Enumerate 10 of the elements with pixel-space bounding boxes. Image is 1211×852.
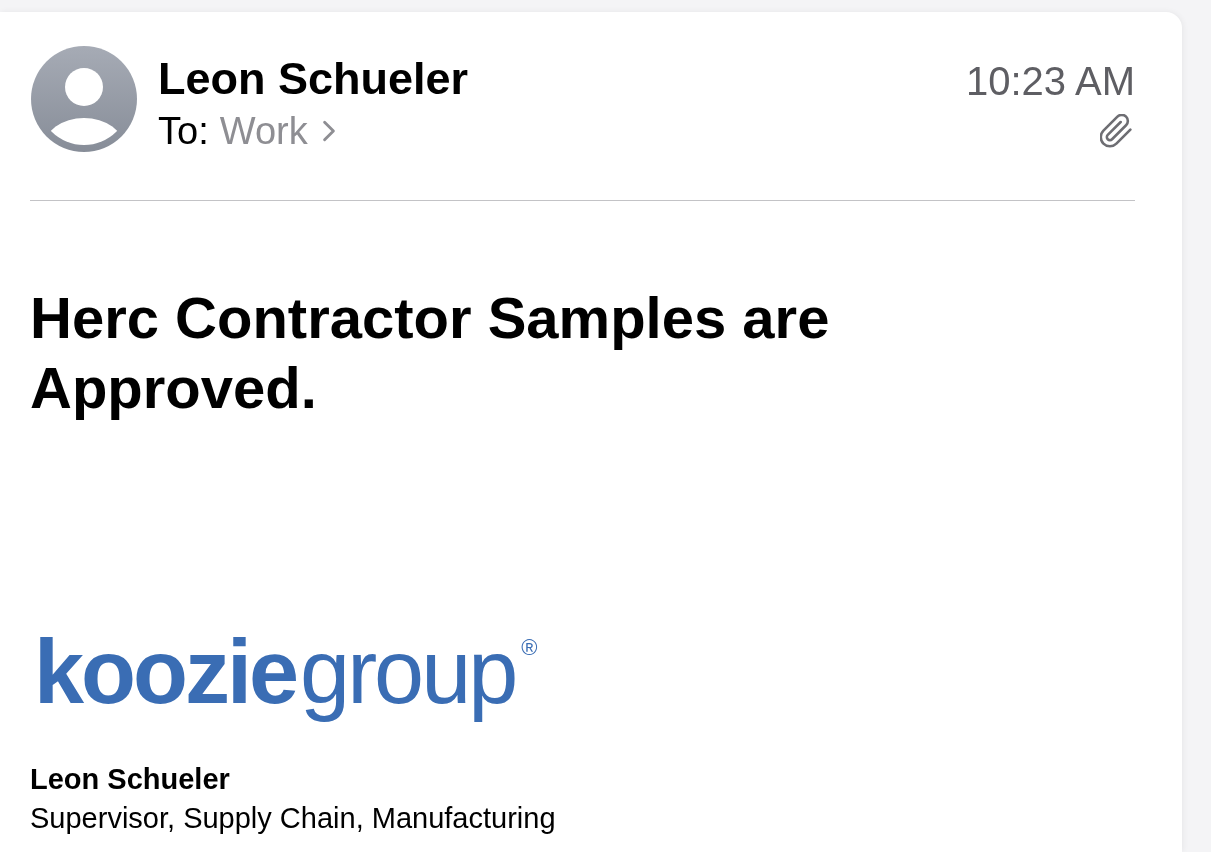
chevron-icon <box>321 120 336 142</box>
recipient-label: To: <box>158 109 209 153</box>
company-logo: kooziegroup$^{®}$ <box>33 621 539 724</box>
signature-title: Supervisor, Supply Chain, Manufacturing <box>30 801 556 836</box>
recipient-link[interactable]: Work <box>219 109 336 153</box>
message-subject: Herc Contractor Samples are Approved. <box>30 284 831 422</box>
avatar-icon <box>31 46 137 152</box>
sender-name: Leon Schueler <box>158 53 469 105</box>
message-time: 10:23 AM <box>966 58 1135 104</box>
signature-name: Leon Schueler <box>30 762 230 797</box>
